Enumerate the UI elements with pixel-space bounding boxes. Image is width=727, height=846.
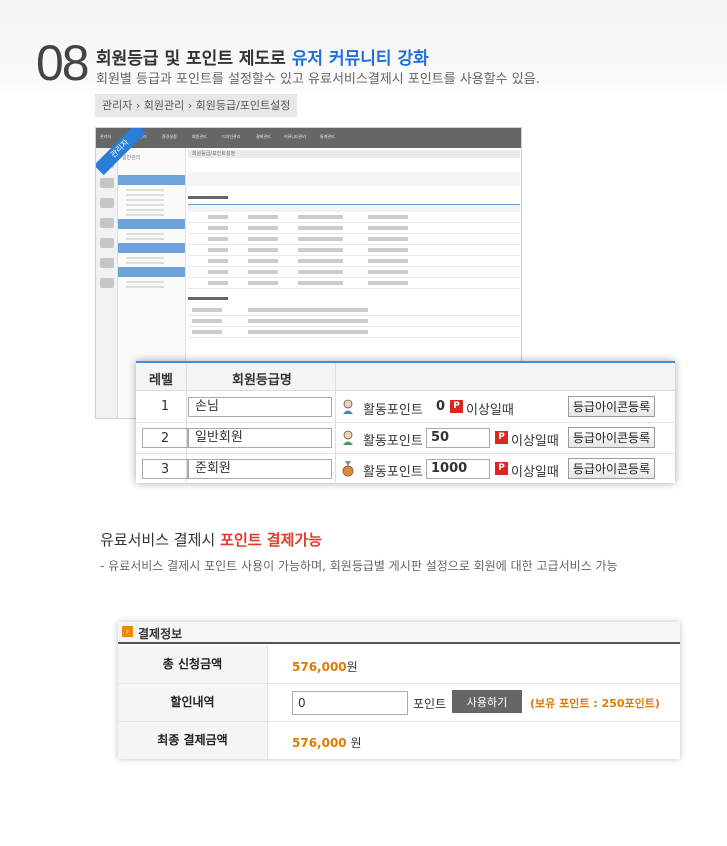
grade-name-header: 회원등급명	[232, 373, 292, 388]
total-amount-row: 총 신청금액 576,000원	[118, 646, 680, 684]
chevron-right-icon: ›	[122, 626, 133, 637]
register-grade-icon-button[interactable]: 등급아이콘등록	[568, 427, 655, 448]
activity-point-input[interactable]: 50	[426, 428, 490, 448]
bronze-medal-icon	[342, 461, 354, 477]
section-number: 08	[36, 35, 90, 91]
use-points-button[interactable]: 사용하기	[452, 690, 522, 713]
admin-nav-item: 회원관리	[192, 134, 207, 139]
discount-label: 할인내역	[118, 684, 268, 721]
admin-nav-item: 통계관리	[320, 134, 335, 139]
admin-nav-item: 환경설정	[162, 134, 177, 139]
member-avatar-icon	[343, 430, 353, 445]
section-title-highlight: 유저 커뮤니티 강화	[291, 49, 429, 69]
total-amount-value: 576,000원	[292, 658, 358, 675]
point-badge-icon: P	[450, 400, 463, 413]
level-value: 1	[160, 399, 170, 414]
admin-page-heading: 회원등급/포인트설정	[188, 150, 520, 158]
condition-label: 이상일때	[511, 434, 559, 449]
section-subtitle: 회원별 등급과 포인트를 설정할수 있고 유료서비스결제시 포인트를 사용할수 …	[96, 72, 540, 87]
activity-point-label: 활동포인트	[363, 465, 423, 480]
total-amount-label: 총 신청금액	[118, 646, 268, 683]
condition-label: 이상일때	[511, 465, 559, 480]
total-amount-unit: 원	[346, 660, 358, 674]
grade-name-input[interactable]: 손님	[188, 397, 332, 417]
payment-info-panel: › 결제정보 총 신청금액 576,000원 할인내역 0 포인트 사용하기 (…	[118, 622, 680, 759]
admin-nav-item: 관리자	[100, 134, 112, 139]
admin-nav-item: 결제관리	[256, 134, 271, 139]
admin-nav-item: 디자인관리	[222, 134, 241, 139]
payment-section-title-text: 유료서비스 결제시	[100, 531, 216, 549]
activity-point-label: 활동포인트	[363, 403, 423, 418]
holding-points-text: (보유 포인트 : 250포인트)	[530, 697, 660, 710]
level-value: 2	[142, 428, 188, 448]
section-title-text: 회원등급 및 포인트 제도로	[96, 49, 286, 69]
grade-row: 3 준회원 활동포인트 1000 P 이상일때 등급아이콘등록	[136, 454, 675, 485]
point-badge-icon: P	[495, 431, 508, 444]
payment-section-title: 유료서비스 결제시 포인트 결제가능	[100, 529, 322, 550]
payment-section-title-highlight: 포인트 결제가능	[220, 531, 322, 549]
grade-table: 레벨 회원등급명 1 손님 활동포인트 0 P 이상일때 등급아이콘등록 2 일…	[136, 361, 675, 485]
final-amount-row: 최종 결제금액 576,000 원	[118, 722, 680, 760]
grade-name-input[interactable]: 준회원	[188, 459, 332, 479]
grade-row: 1 손님 활동포인트 0 P 이상일때 등급아이콘등록	[136, 392, 675, 423]
grade-name-input[interactable]: 일반회원	[188, 428, 332, 448]
level-header: 레벨	[149, 373, 173, 388]
activity-point-value: 0	[436, 399, 446, 414]
admin-icon-bar	[96, 148, 118, 418]
point-badge-icon: P	[495, 462, 508, 475]
condition-label: 이상일때	[466, 403, 514, 418]
admin-sidebar-title: 일반관리	[122, 155, 141, 161]
guest-avatar-icon	[343, 399, 353, 414]
level-value: 3	[142, 459, 188, 479]
total-amount-number: 576,000	[292, 660, 347, 674]
discount-point-input[interactable]: 0	[292, 691, 408, 715]
payment-info-title: 결제정보	[138, 627, 183, 641]
activity-point-label: 활동포인트	[363, 434, 423, 449]
admin-nav-item: 커뮤니티관리	[284, 134, 307, 139]
register-grade-icon-button[interactable]: 등급아이콘등록	[568, 458, 655, 479]
final-amount-value: 576,000 원	[292, 734, 362, 751]
grade-table-header: 레벨 회원등급명	[136, 363, 675, 391]
payment-section-description: - 유료서비스 결제시 포인트 사용이 가능하며, 회원등급별 게시판 설정으로…	[100, 559, 618, 573]
section-title: 회원등급 및 포인트 제도로 유저 커뮤니티 강화	[96, 44, 429, 69]
register-grade-icon-button[interactable]: 등급아이콘등록	[568, 396, 655, 417]
discount-row: 할인내역 0 포인트 사용하기 (보유 포인트 : 250포인트)	[118, 684, 680, 722]
final-amount-number: 576,000	[292, 736, 347, 750]
discount-point-unit: 포인트	[413, 697, 447, 711]
admin-top-nav: 관리자 일반관리 환경설정 회원관리 디자인관리 결제관리 커뮤니티관리 통계관…	[96, 128, 521, 148]
grade-row: 2 일반회원 활동포인트 50 P 이상일때 등급아이콘등록	[136, 423, 675, 454]
final-amount-unit: 원	[350, 736, 362, 750]
breadcrumb: 관리자 › 회원관리 › 회원등급/포인트설정	[95, 94, 298, 117]
payment-info-header: › 결제정보	[118, 622, 680, 644]
final-amount-label: 최종 결제금액	[118, 722, 268, 759]
activity-point-input[interactable]: 1000	[426, 459, 490, 479]
